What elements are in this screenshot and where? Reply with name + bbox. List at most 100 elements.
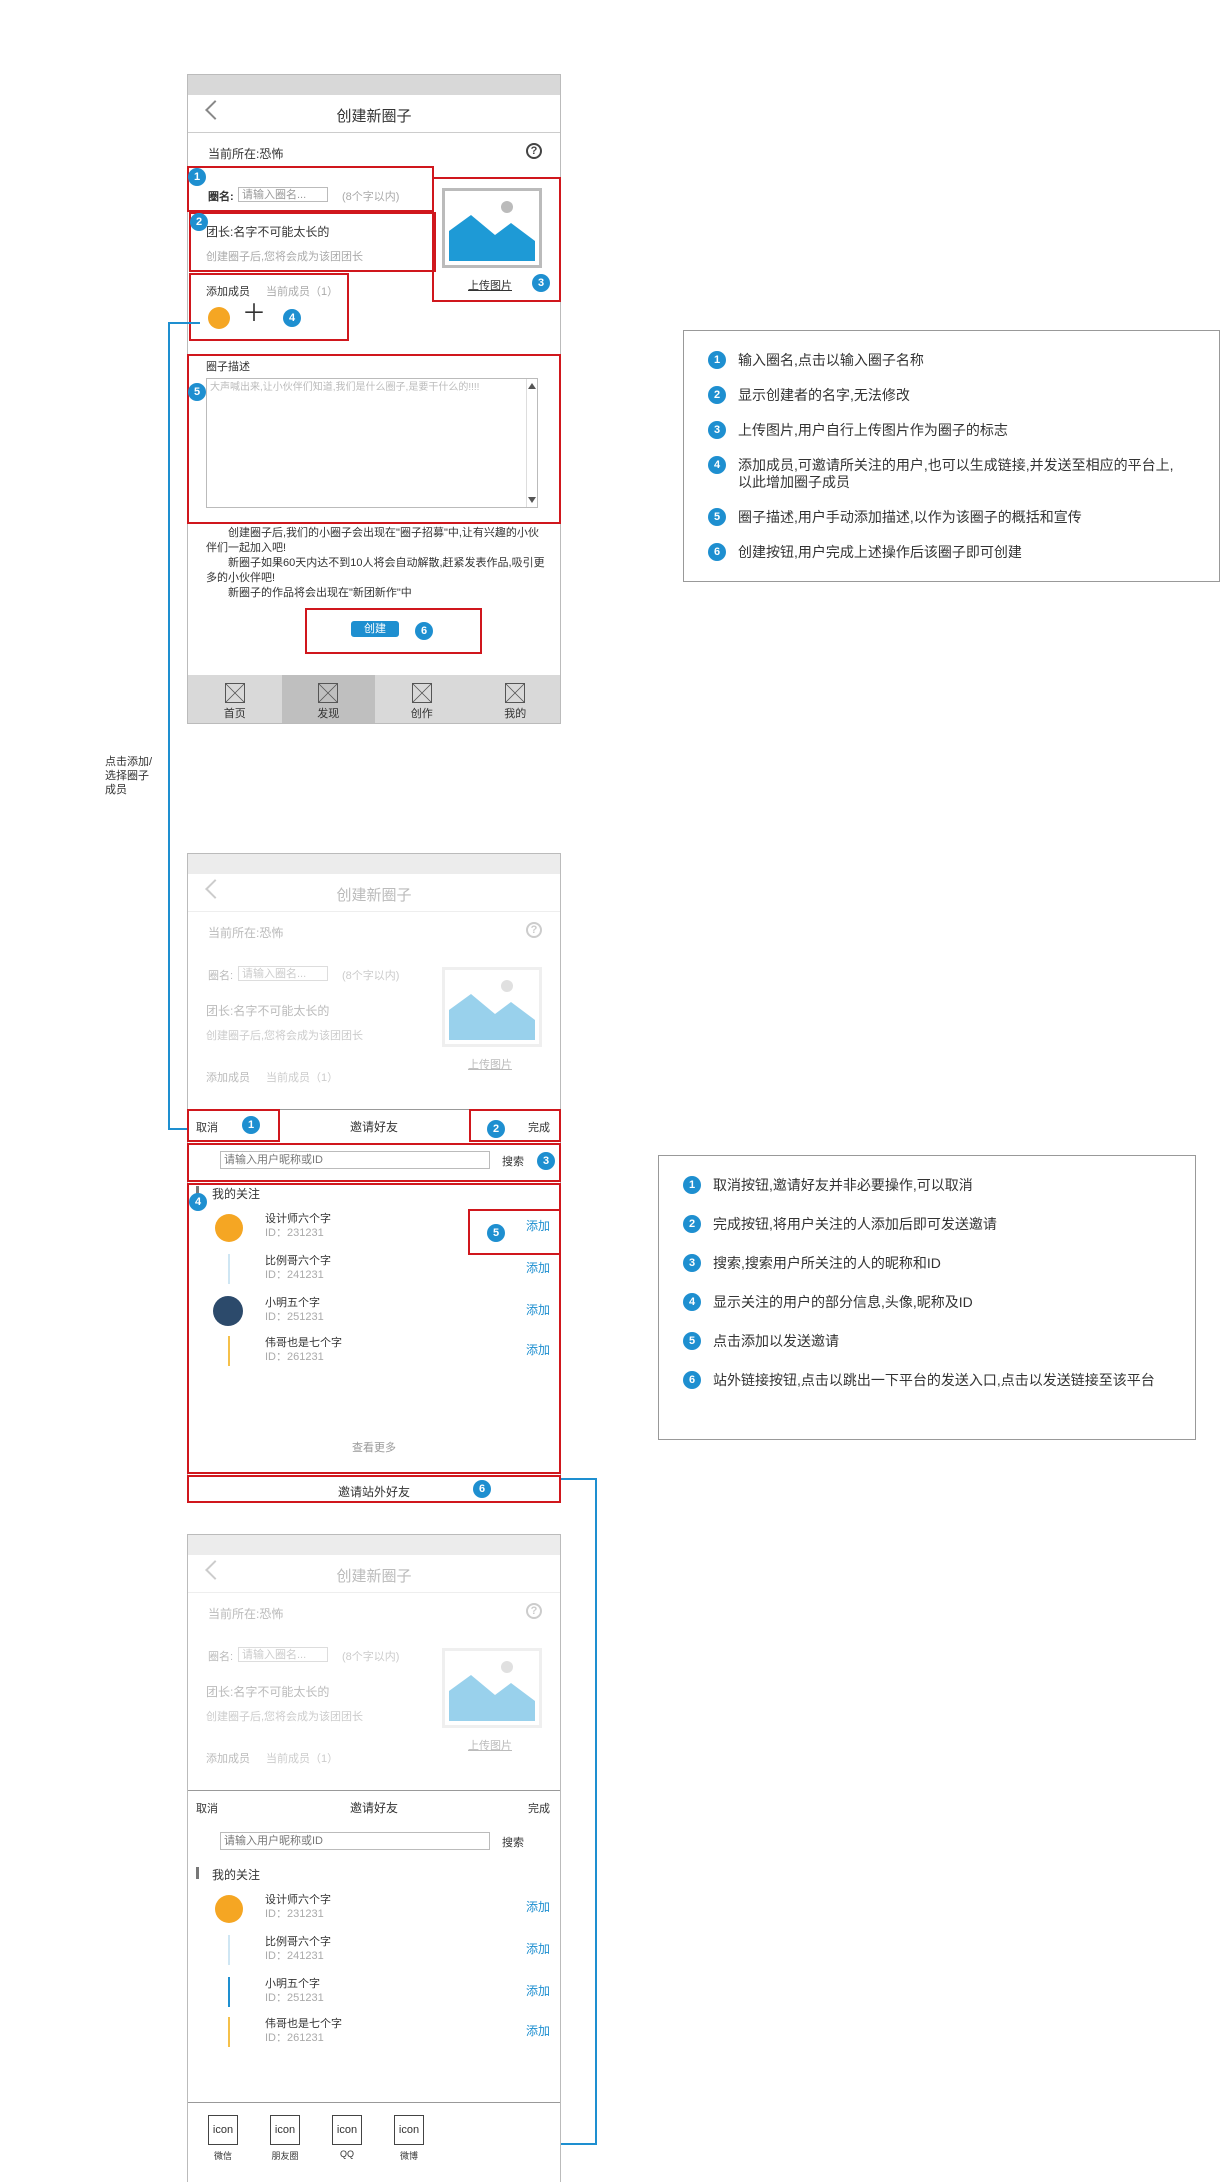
badge-6: 6 [415,622,433,640]
upload-image-link: 上传图片 [468,1059,512,1071]
note2-text-3: 搜索,搜索用户所关注的人的昵称和ID [713,1255,941,1271]
badge-6: 6 [473,1480,491,1498]
add-button[interactable]: 添加 [526,1940,550,1957]
create-icon [411,683,432,703]
upload-image-placeholder [442,1648,542,1728]
side-note: 点击添加/ 选择圈子 成员 [105,756,153,796]
highlight-add [468,1209,561,1255]
highlight-description [187,354,561,524]
share-wechat[interactable]: icon 微信 [206,2115,240,2162]
weibo-icon: icon [394,2115,424,2145]
done-button[interactable]: 完成 [528,1800,550,1816]
nav-bar: 创建新圈子 [188,874,560,912]
add-button[interactable]: 添加 [526,1898,550,1915]
note1-text-4: 添加成员,可邀请所关注的用户,也可以生成链接,并发送至相应的平台上,以此增加圈子… [738,457,1174,490]
note1-num-2: 2 [708,386,726,404]
note2-num-2: 2 [683,1215,701,1233]
upload-image-link: 上传图片 [468,1740,512,1752]
note1-num-4: 4 [708,456,726,474]
note2-num-1: 1 [683,1176,701,1194]
tab-discover[interactable]: 发现 [281,675,375,723]
connector-line [561,1478,597,1480]
home-icon [224,683,245,703]
share-weibo[interactable]: icon 微博 [392,2115,426,2162]
note1-text-5: 圈子描述,用户手动添加描述,以作为该圈子的概括和宣传 [738,509,1082,525]
badge-1: 1 [242,1116,260,1134]
badge-4: 4 [189,1193,207,1211]
leader-hint: 创建圈子后,您将会成为该团团长 [206,1711,364,1723]
highlight-leader [189,212,436,272]
tab-home[interactable]: 首页 [188,675,282,723]
user-id: ID：231231 [265,1908,324,1920]
note1-num-5: 5 [708,508,726,526]
leader-name: 团长:名字不可能太长的 [206,1685,330,1699]
page-title: 创建新圈子 [336,1568,412,1585]
add-button[interactable]: 添加 [526,2022,550,2039]
note1-num-1: 1 [708,351,726,369]
image-icon [449,980,535,1040]
tab-create[interactable]: 创作 [375,675,469,723]
badge-1: 1 [188,168,206,186]
note2-num-3: 3 [683,1254,701,1272]
share-qq[interactable]: icon QQ [330,2115,364,2159]
badge-4: 4 [283,309,301,327]
nav-bar: 创建新圈子 [188,95,560,133]
badge-5: 5 [188,383,206,401]
current-location: 当前所在:恐怖 [208,926,284,940]
share-screen: 创建新圈子 当前所在:恐怖 ? 圈名: 请输入圈名... (8个字以内) 团长:… [187,1534,561,2182]
highlight-circle-name [187,166,434,212]
tab-mine[interactable]: 我的 [469,675,563,723]
highlight-create [305,608,482,654]
highlight-cancel [187,1109,280,1142]
share-moments[interactable]: icon 朋友圈 [268,2115,302,2162]
notes-panel-1: 1 输入圈名,点击以输入圈子名称 2 显示创建者的名字,无法修改 3 上传图片,… [683,330,1220,582]
badge-3: 3 [537,1152,555,1170]
note2-text-1: 取消按钮,邀请好友并非必要操作,可以取消 [713,1177,973,1193]
connector-line [595,1478,597,2145]
note2-num-5: 5 [683,1332,701,1350]
note1-num-6: 6 [708,543,726,561]
note1-num-3: 3 [708,421,726,439]
add-members-label: 添加成员 [206,1072,250,1084]
nav-bar: 创建新圈子 [188,1555,560,1593]
following-label: 我的关注 [212,1868,261,1882]
status-bar [188,75,560,95]
user-id: ID：251231 [265,1992,324,2004]
list-item: 伟哥也是七个字 ID：261231 添加 [188,2013,560,2053]
question-icon: ? [526,1603,542,1619]
status-bar [188,854,560,874]
question-icon: ? [526,922,542,938]
badge-5: 5 [487,1224,505,1242]
badge-2: 2 [190,213,208,231]
note2-text-6: 站外链接按钮,点击以跳出一下平台的发送入口,点击以发送链接至该平台 [713,1372,1155,1388]
upload-image-placeholder [442,967,542,1047]
invite-title: 邀请好友 [349,1801,398,1815]
note2-text-5: 点击添加以发送邀请 [713,1333,839,1349]
list-item: 比例哥六个字 ID：241231 添加 [188,1931,560,1971]
connector-line [168,322,170,1130]
discover-icon [318,683,339,703]
section-marker [196,1867,199,1879]
highlight-search [187,1143,561,1182]
avatar [228,1935,230,1965]
note2-num-4: 4 [683,1293,701,1311]
info-text: 创建圈子后,我们的小圈子会出现在"圈子招募"中,让有兴趣的小伙伴们一起加入吧! … [206,527,545,599]
circle-name-hint: (8个字以内) [342,970,400,982]
share-panel: icon 微信 icon 朋友圈 icon QQ icon 微博 [188,2102,560,2182]
qq-icon: icon [332,2115,362,2145]
user-id: ID：241231 [265,1950,324,1962]
note1-text-2: 显示创建者的名字,无法修改 [738,387,910,403]
circle-name-hint: (8个字以内) [342,1651,400,1663]
list-item: 设计师六个字 ID：231231 添加 [188,1889,560,1929]
add-members-label: 添加成员 [206,1753,250,1765]
question-icon[interactable]: ? [526,143,542,159]
search-button[interactable]: 搜索 [502,1834,524,1850]
avatar [228,1977,230,2007]
invite-sheet: 取消 邀请好友 完成 请输入用户昵称或ID 搜索 我的关注 设计师六个字 ID：… [188,1790,560,2182]
add-button[interactable]: 添加 [526,1982,550,1999]
search-input[interactable]: 请输入用户昵称或ID [220,1832,490,1850]
leader-name: 团长:名字不可能太长的 [206,1004,330,1018]
circle-name-input: 请输入圈名... [238,1647,328,1662]
mine-icon [505,683,526,703]
page-title: 创建新圈子 [336,108,412,125]
